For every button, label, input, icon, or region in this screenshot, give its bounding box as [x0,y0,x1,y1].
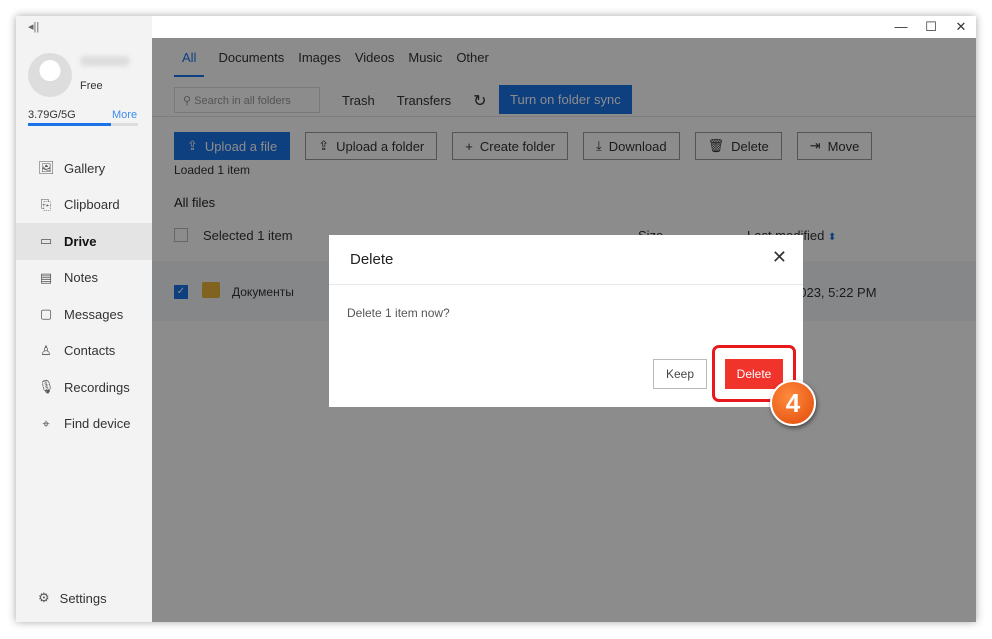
keep-button[interactable]: Keep [653,359,707,389]
sidebar-item-label: Messages [64,306,124,322]
sidebar-item-recordings[interactable]: 🎙 Recordings [16,369,152,406]
step-badge: 4 [770,380,816,426]
mic-icon: 🎙 [38,379,55,395]
sidebar-item-contacts[interactable]: ♙ Contacts [16,333,152,370]
sidebar-item-label: Contacts [64,343,116,359]
sidebar-item-find-device[interactable]: ⌖ Find device [16,406,152,443]
avatar[interactable] [28,53,72,97]
storage-bar [28,123,138,126]
dialog-title: Delete [350,251,394,268]
minimize-button[interactable]: — [886,16,916,38]
maximize-button[interactable]: ☐ [916,16,946,38]
sidebar-item-label: Notes [64,270,98,286]
plan-label: Free [80,80,103,92]
sidebar-item-messages[interactable]: ▢ Messages [16,296,152,333]
storage-quota: 3.79G/5G [28,109,76,121]
sidebar-item-label: Gallery [64,160,106,176]
sidebar-item-label: Clipboard [64,197,120,213]
gear-icon: ⚙ [38,590,50,605]
sidebar-item-drive[interactable]: ▭ Drive [16,223,152,260]
settings-button[interactable]: ⚙ Settings [38,590,107,606]
location-icon: ⌖ [42,415,50,431]
settings-label: Settings [59,590,107,606]
image-icon: 🖼 [38,160,55,176]
dialog-message: Delete 1 item now? [347,306,450,320]
close-window-button[interactable]: ✕ [946,16,976,38]
more-link[interactable]: More [112,109,137,121]
sidebar-item-notes[interactable]: ▤ Notes [16,260,152,297]
message-icon: ▢ [39,306,53,322]
sidebar-item-clipboard[interactable]: ⎘ Clipboard [16,187,152,224]
sidebar-item-label: Drive [64,233,97,249]
close-icon[interactable]: ✕ [772,247,787,268]
collapse-sidebar-icon[interactable]: ◂|| [28,20,39,33]
contact-icon: ♙ [40,342,52,358]
notes-icon: ▤ [39,269,53,285]
folder-icon: ▭ [39,233,53,249]
username-blurred [80,56,130,66]
sidebar-item-gallery[interactable]: 🖼 Gallery [16,150,152,187]
sidebar: ◂|| Free 3.79G/5G More 🖼 Gallery ⎘ Clipboa… [16,16,152,622]
sidebar-item-label: Find device [64,416,131,432]
sidebar-item-label: Recordings [64,379,130,395]
clipboard-icon: ⎘ [40,196,52,212]
